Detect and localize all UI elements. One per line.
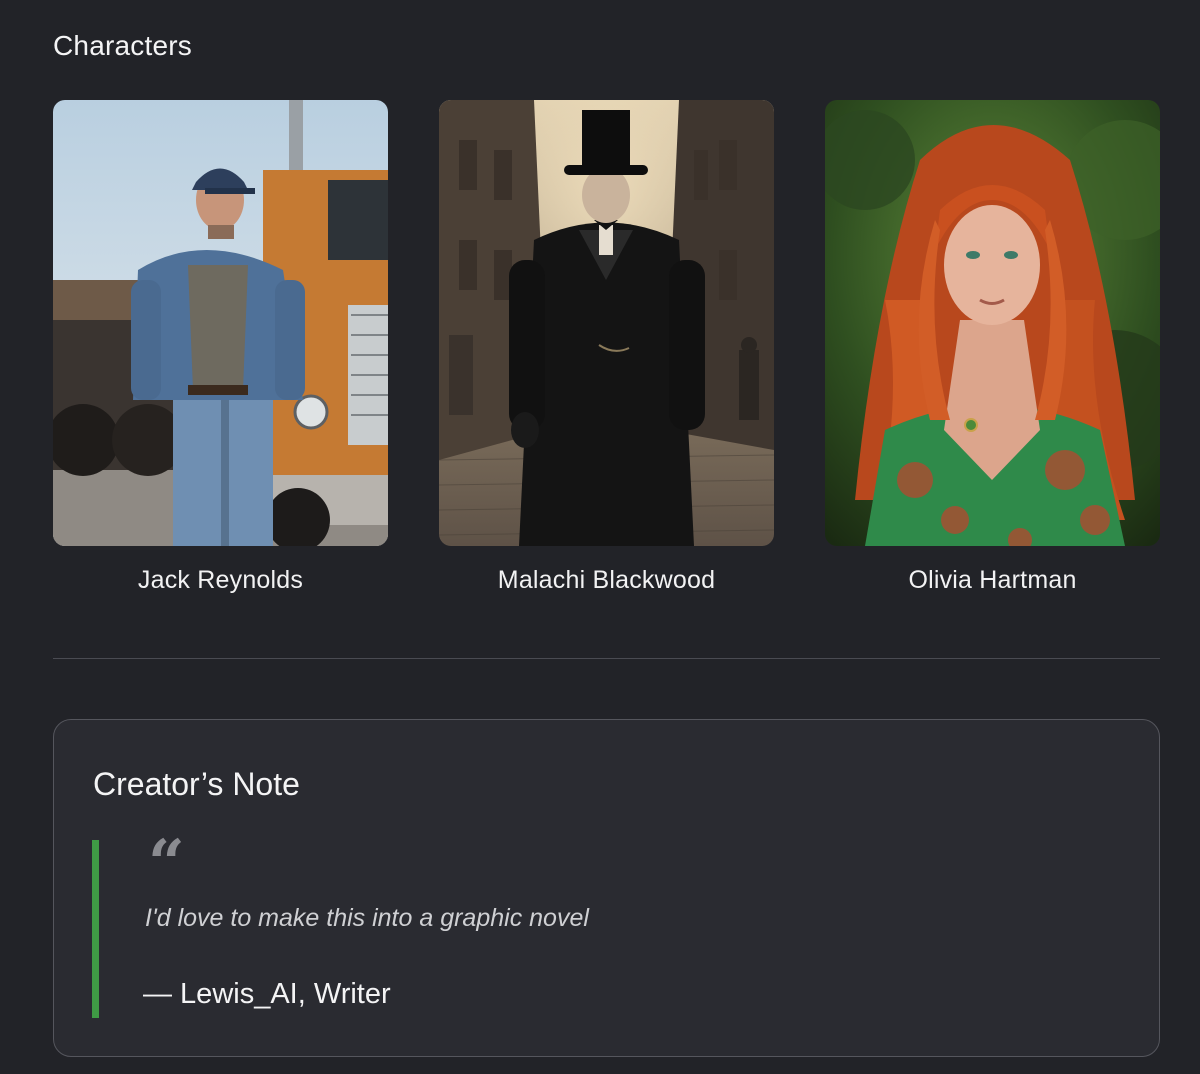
page: Characters Jack Reynolds Malachi Blackwo… [0, 0, 1200, 1074]
red-haired-woman-green-dress-image [825, 100, 1160, 546]
creator-note-panel: Creator’s Note “ I'd love to make this i… [53, 719, 1160, 1057]
character-card-olivia-hartman[interactable]: Olivia Hartman [825, 100, 1160, 595]
character-name: Malachi Blackwood [497, 566, 716, 594]
character-portrait-image[interactable] [53, 100, 388, 546]
creator-quote-text: I'd love to make this into a graphic nov… [145, 904, 589, 932]
character-portrait-image[interactable] [825, 100, 1160, 546]
creator-note-heading: Creator’s Note [93, 766, 300, 802]
character-card-jack-reynolds[interactable]: Jack Reynolds [53, 100, 388, 595]
man-top-hat-dark-coat-image [439, 100, 774, 546]
character-name: Olivia Hartman [908, 566, 1077, 594]
man-denim-jacket-truck-image [53, 100, 388, 546]
character-card-malachi-blackwood[interactable]: Malachi Blackwood [439, 100, 774, 595]
section-divider [53, 658, 1160, 659]
characters-heading: Characters [53, 30, 192, 61]
character-portrait-image[interactable] [439, 100, 774, 546]
character-name: Jack Reynolds [137, 566, 304, 594]
quote-accent-bar [92, 840, 99, 1018]
creator-quote-author: — Lewis_AI, Writer [143, 978, 391, 1010]
quote-icon: “ [148, 826, 185, 901]
